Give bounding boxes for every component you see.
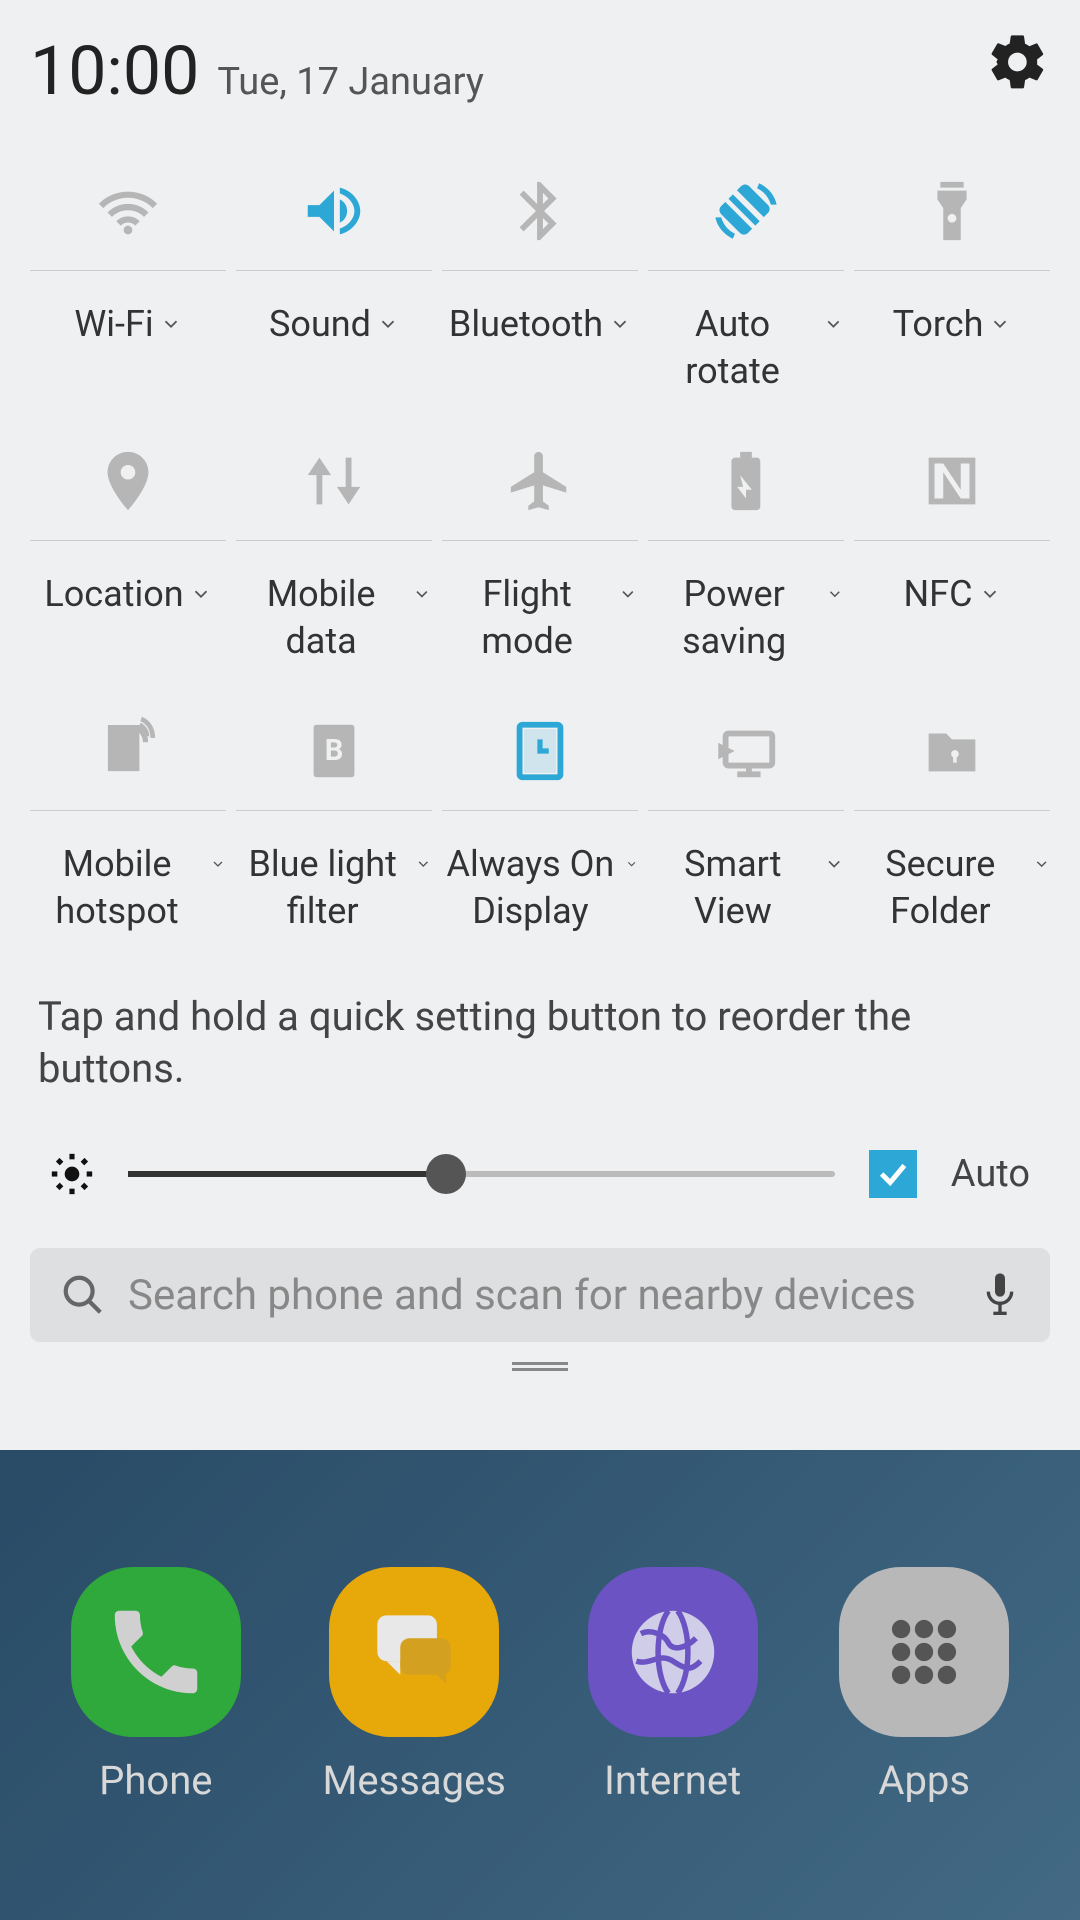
tile-autorotate-expand[interactable]: Auto rotate: [648, 301, 844, 411]
internet-app-icon: [588, 1567, 758, 1737]
tile-label: Secure Folder: [854, 841, 1027, 935]
tile-wifi[interactable]: Wi-Fi: [30, 151, 226, 411]
tile-mobiledata[interactable]: Mobile data: [236, 421, 432, 681]
tile-flightmode[interactable]: Flight mode: [442, 421, 638, 681]
smartview-icon: [648, 691, 844, 811]
tile-powersaving-expand[interactable]: Power saving: [648, 571, 844, 681]
tile-nfc[interactable]: NFC: [854, 421, 1050, 681]
tile-hotspot[interactable]: Mobile hotspot: [30, 691, 226, 951]
notification-panel: 10:00 Tue, 17 January Wi-Fi Sound: [0, 0, 1080, 1450]
clock-time: 10:00: [30, 31, 199, 111]
tile-bluetooth[interactable]: Bluetooth: [442, 151, 638, 411]
mic-icon[interactable]: [980, 1270, 1020, 1320]
tile-label: Wi-Fi: [74, 301, 153, 348]
location-icon: [30, 421, 226, 541]
tile-flightmode-expand[interactable]: Flight mode: [442, 571, 638, 681]
brightness-row: Auto: [30, 1150, 1050, 1198]
auto-brightness-label: Auto: [951, 1152, 1030, 1196]
tile-powersaving[interactable]: Power saving: [648, 421, 844, 681]
tile-label: Flight mode: [442, 571, 612, 665]
search-icon: [60, 1272, 106, 1318]
dock-label: Phone: [99, 1757, 212, 1804]
tile-smartview[interactable]: Smart View: [648, 691, 844, 951]
tile-label: Torch: [893, 301, 984, 348]
dock-apps[interactable]: Apps: [839, 1567, 1009, 1804]
powersaving-icon: [648, 421, 844, 541]
phone-app-icon: [71, 1567, 241, 1737]
check-icon: [876, 1157, 910, 1191]
tile-nfc-expand[interactable]: NFC: [903, 571, 1000, 681]
tile-label: Smart View: [648, 841, 818, 935]
tile-sound[interactable]: Sound: [236, 151, 432, 411]
quick-settings-grid: Wi-Fi Sound Bluetooth: [30, 151, 1050, 951]
dock-phone[interactable]: Phone: [71, 1567, 241, 1804]
tile-aod-expand[interactable]: Always On Display: [442, 841, 638, 951]
tile-label: Mobile hotspot: [30, 841, 204, 935]
apps-app-icon: [839, 1567, 1009, 1737]
gear-icon: [986, 30, 1050, 94]
tile-label: Location: [44, 571, 183, 618]
tile-label: Mobile data: [236, 571, 406, 665]
bluelight-icon: B: [236, 691, 432, 811]
tile-autorotate[interactable]: Auto rotate: [648, 151, 844, 411]
hotspot-icon: [30, 691, 226, 811]
dock-label: Internet: [604, 1757, 741, 1804]
tile-torch-expand[interactable]: Torch: [893, 301, 1012, 411]
search-placeholder: Search phone and scan for nearby devices: [128, 1271, 958, 1320]
dock-internet[interactable]: Internet: [588, 1567, 758, 1804]
brightness-thumb[interactable]: [426, 1154, 466, 1194]
wifi-icon: [30, 151, 226, 271]
panel-drag-handle[interactable]: [30, 1362, 1050, 1374]
tile-label: NFC: [903, 571, 972, 618]
tile-label: Blue light filter: [236, 841, 409, 935]
torch-icon: [854, 151, 1050, 271]
settings-button[interactable]: [986, 30, 1050, 98]
tile-location-expand[interactable]: Location: [44, 571, 211, 681]
search-bar[interactable]: Search phone and scan for nearby devices: [30, 1248, 1050, 1342]
flightmode-icon: [442, 421, 638, 541]
header: 10:00 Tue, 17 January: [30, 30, 1050, 111]
tile-securefolder-expand[interactable]: Secure Folder: [854, 841, 1050, 951]
brightness-icon: [50, 1152, 94, 1196]
tile-bluetooth-expand[interactable]: Bluetooth: [449, 301, 631, 411]
dock-messages[interactable]: Messages: [322, 1567, 506, 1804]
tile-smartview-expand[interactable]: Smart View: [648, 841, 844, 951]
mobiledata-icon: [236, 421, 432, 541]
tile-wifi-expand[interactable]: Wi-Fi: [74, 301, 181, 411]
tile-aod[interactable]: Always On Display: [442, 691, 638, 951]
header-left: 10:00 Tue, 17 January: [30, 31, 484, 111]
reorder-hint: Tap and hold a quick setting button to r…: [38, 991, 1042, 1095]
dock-label: Messages: [322, 1757, 506, 1804]
brightness-fill: [128, 1171, 446, 1177]
tile-label: Power saving: [648, 571, 820, 665]
tile-location[interactable]: Location: [30, 421, 226, 681]
auto-brightness-checkbox[interactable]: [869, 1150, 917, 1198]
messages-app-icon: [329, 1567, 499, 1737]
tile-mobiledata-expand[interactable]: Mobile data: [236, 571, 432, 681]
tile-hotspot-expand[interactable]: Mobile hotspot: [30, 841, 226, 951]
tile-securefolder[interactable]: Secure Folder: [854, 691, 1050, 951]
tile-bluelight[interactable]: B Blue light filter: [236, 691, 432, 951]
tile-label: Sound: [269, 301, 371, 348]
tile-sound-expand[interactable]: Sound: [269, 301, 399, 411]
tile-bluelight-expand[interactable]: Blue light filter: [236, 841, 432, 951]
tile-label: Always On Display: [442, 841, 619, 935]
tile-label: Bluetooth: [449, 301, 603, 348]
nfc-icon: [854, 421, 1050, 541]
clock-date: Tue, 17 January: [217, 60, 483, 104]
securefolder-icon: [854, 691, 1050, 811]
brightness-slider[interactable]: [128, 1171, 835, 1177]
bluetooth-icon: [442, 151, 638, 271]
home-dock: Phone Messages Internet Apps: [0, 1450, 1080, 1920]
sound-icon: [236, 151, 432, 271]
svg-text:B: B: [325, 733, 344, 767]
autorotate-icon: [648, 151, 844, 271]
dock-label: Apps: [878, 1757, 970, 1804]
tile-torch[interactable]: Torch: [854, 151, 1050, 411]
aod-icon: [442, 691, 638, 811]
tile-label: Auto rotate: [648, 301, 817, 395]
